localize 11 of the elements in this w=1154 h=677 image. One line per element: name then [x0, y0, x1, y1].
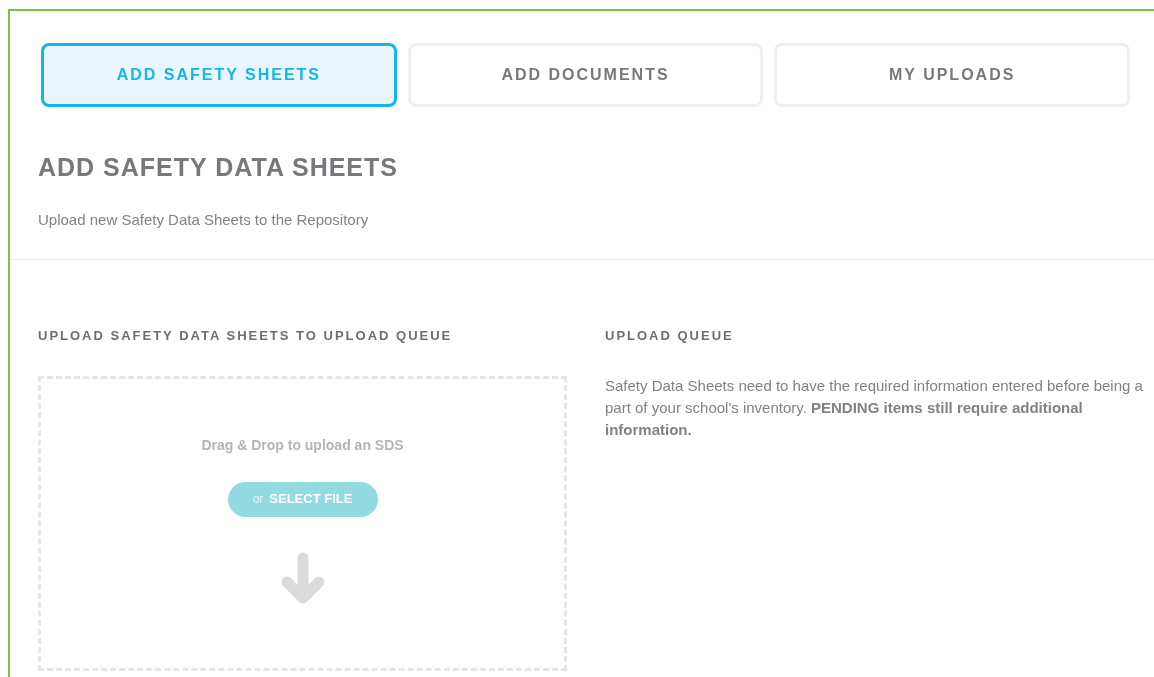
- section-heading: UPLOAD QUEUE: [605, 327, 734, 345]
- tab[interactable]: ADD SAFETY SHEETS: [41, 43, 397, 107]
- tab[interactable]: ADD DOCUMENTS: [407, 43, 764, 107]
- select-file-button[interactable]: or SELECT FILE: [227, 481, 378, 517]
- tab[interactable]: MY UPLOADS: [774, 43, 1130, 107]
- page-title: ADD SAFETY DATA SHEETS: [38, 152, 398, 183]
- dropzone[interactable]: Drag & Drop to upload an SDS or SELECT FILE: [38, 375, 567, 671]
- dropzone-text: Drag & Drop to upload an SDS: [201, 435, 404, 455]
- section-heading: UPLOAD SAFETY DATA SHEETS TO UPLOAD QUEUE: [38, 327, 453, 345]
- page-subtitle: Upload new Safety Data Sheets to the Repository: [38, 209, 369, 230]
- queue-description: Safety Data Sheets need to have the required information entered before being a part of your school's inventory. PENDING items still require additional information.: [605, 375, 1144, 440]
